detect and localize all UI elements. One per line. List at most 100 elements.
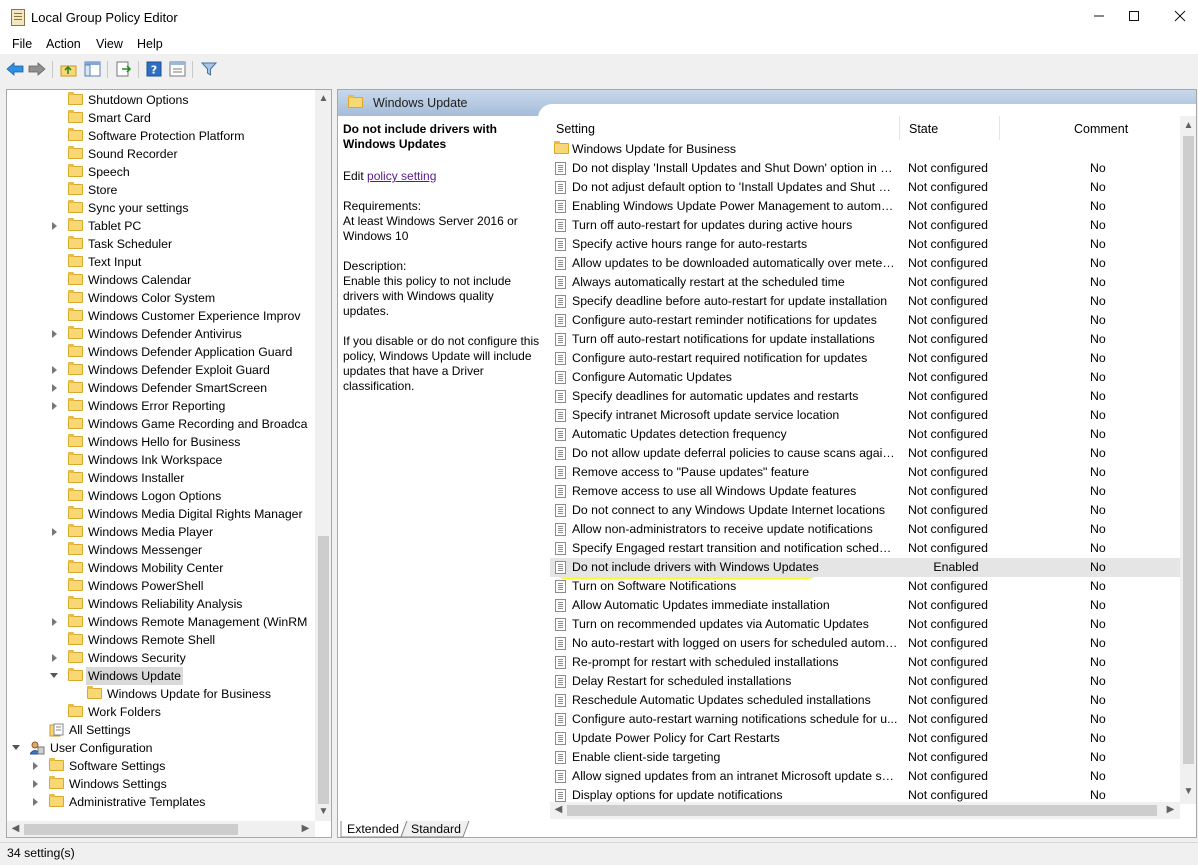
tree-item[interactable]: Task Scheduler <box>7 235 307 253</box>
menu-view[interactable]: View <box>96 37 123 51</box>
column-divider[interactable] <box>899 116 900 140</box>
scroll-right-arrow-icon[interactable]: ▶ <box>297 823 314 834</box>
tree-item[interactable]: Software Settings <box>7 757 307 775</box>
collapsed-chevron-icon[interactable] <box>51 618 59 626</box>
table-row[interactable]: Allow updates to be downloaded automatic… <box>550 254 1180 273</box>
table-row[interactable]: Configure auto-restart warning notificat… <box>550 710 1180 729</box>
tree-item[interactable]: Smart Card <box>7 109 307 127</box>
tree-item[interactable]: Speech <box>7 163 307 181</box>
maximize-button[interactable] <box>1111 0 1156 34</box>
expanded-chevron-icon[interactable] <box>12 744 21 752</box>
table-row[interactable]: Turn off auto-restart notifications for … <box>550 330 1180 349</box>
collapsed-chevron-icon[interactable] <box>32 762 40 770</box>
tree-item[interactable]: Shutdown Options <box>7 91 307 109</box>
filter-button[interactable] <box>200 60 218 78</box>
table-row[interactable]: Configure Automatic Updates Not configure… <box>550 368 1180 387</box>
tree-item[interactable]: Windows Error Reporting <box>7 397 307 415</box>
scroll-thumb[interactable] <box>318 536 329 804</box>
tree-item[interactable]: Windows Logon Options <box>7 487 307 505</box>
tree-item[interactable]: Windows PowerShell <box>7 577 307 595</box>
collapsed-chevron-icon[interactable] <box>51 222 59 230</box>
table-row[interactable]: Specify deadline before auto-restart for… <box>550 292 1180 311</box>
table-row[interactable]: Turn off auto-restart for updates during… <box>550 216 1180 235</box>
tree-item[interactable]: Sound Recorder <box>7 145 307 163</box>
scroll-up-arrow-icon[interactable]: ▲ <box>1180 120 1196 131</box>
table-row[interactable]: Update Power Policy for Cart Restarts Not… <box>550 729 1180 748</box>
list-vertical-scrollbar[interactable]: ▲ ▼ <box>1180 116 1196 804</box>
table-row[interactable]: Specify intranet Microsoft update servic… <box>550 406 1180 425</box>
menu-action[interactable]: Action <box>46 37 81 51</box>
table-row[interactable]: No auto-restart with logged on users for… <box>550 634 1180 653</box>
table-row[interactable]: Specify deadlines for automatic updates … <box>550 387 1180 406</box>
table-row[interactable]: Remove access to use all Windows Update … <box>550 482 1180 501</box>
tree-horizontal-scrollbar[interactable]: ◀ ▶ <box>7 821 315 837</box>
properties-button[interactable] <box>168 60 186 78</box>
export-list-button[interactable] <box>114 60 132 78</box>
forward-button[interactable] <box>28 60 46 78</box>
expanded-chevron-icon[interactable] <box>50 672 59 680</box>
table-row[interactable]: Specify active hours range for auto-rest… <box>550 235 1180 254</box>
policy-setting-link[interactable]: policy setting <box>367 169 436 183</box>
table-row[interactable]: Do not adjust default option to 'Install… <box>550 178 1180 197</box>
table-row[interactable]: Turn on Software Notifications Not config… <box>550 577 1180 596</box>
tree-item[interactable]: User Configuration <box>7 739 307 757</box>
tab-extended[interactable]: Extended <box>341 821 405 837</box>
tree-item[interactable]: Administrative Templates <box>7 793 307 811</box>
column-header-comment[interactable]: Comment <box>1074 118 1128 140</box>
tree-item[interactable]: Windows Hello for Business <box>7 433 307 451</box>
table-row[interactable]: Automatic Updates detection frequency Not… <box>550 425 1180 444</box>
menu-file[interactable]: File <box>12 37 32 51</box>
list-folder-row[interactable]: Windows Update for Business <box>550 140 1180 159</box>
table-row[interactable]: Do not connect to any Windows Update Int… <box>550 501 1180 520</box>
collapsed-chevron-icon[interactable] <box>32 780 40 788</box>
back-button[interactable] <box>6 60 24 78</box>
scroll-up-arrow-icon[interactable]: ▲ <box>315 93 331 104</box>
tree-item[interactable]: Windows Mobility Center <box>7 559 307 577</box>
tree-item[interactable]: Windows Ink Workspace <box>7 451 307 469</box>
table-row[interactable]: Enabling Windows Update Power Management… <box>550 197 1180 216</box>
table-row[interactable]: Do not allow update deferral policies to… <box>550 444 1180 463</box>
tree-item[interactable]: Windows Remote Management (WinRM <box>7 613 307 631</box>
tree-item[interactable]: Windows Defender Exploit Guard <box>7 361 307 379</box>
scroll-left-arrow-icon[interactable]: ◀ <box>550 804 567 815</box>
scroll-thumb[interactable] <box>24 824 238 835</box>
column-divider[interactable] <box>999 116 1000 140</box>
tree-item[interactable]: Windows Defender Antivirus <box>7 325 307 343</box>
table-row[interactable]: Always automatically restart at the sche… <box>550 273 1180 292</box>
tree-item[interactable]: Store <box>7 181 307 199</box>
tree-item[interactable]: Text Input <box>7 253 307 271</box>
tree-item[interactable]: Windows Game Recording and Broadca <box>7 415 307 433</box>
tab-standard[interactable]: Standard <box>405 821 467 837</box>
scroll-thumb[interactable] <box>1183 136 1194 764</box>
tree-item[interactable]: Sync your settings <box>7 199 307 217</box>
tree-item[interactable]: Windows Calendar <box>7 271 307 289</box>
tree-item[interactable]: Windows Reliability Analysis <box>7 595 307 613</box>
tree-item[interactable]: Windows Remote Shell <box>7 631 307 649</box>
table-row[interactable]: Specify Engaged restart transition and n… <box>550 539 1180 558</box>
tree-item[interactable]: Windows Update for Business <box>7 685 307 703</box>
tree-item[interactable]: Windows Security <box>7 649 307 667</box>
table-row[interactable]: Allow Automatic Updates immediate instal… <box>550 596 1180 615</box>
scroll-thumb[interactable] <box>567 805 1157 816</box>
tree-item[interactable]: Windows Settings <box>7 775 307 793</box>
table-row[interactable]: Turn on recommended updates via Automati… <box>550 615 1180 634</box>
table-row[interactable]: Enable client-side targeting Not configur… <box>550 748 1180 767</box>
collapsed-chevron-icon[interactable] <box>51 402 59 410</box>
table-row[interactable]: Re-prompt for restart with scheduled ins… <box>550 653 1180 672</box>
table-row[interactable]: Configure auto-restart required notifica… <box>550 349 1180 368</box>
close-button[interactable] <box>1157 0 1198 34</box>
tree-vertical-scrollbar[interactable]: ▲ ▼ <box>315 90 331 821</box>
navigation-tree[interactable]: Shutdown Options Smart Card Software Prote… <box>6 89 332 838</box>
tree-item[interactable]: Windows Update <box>7 667 307 685</box>
tree-item[interactable]: Windows Defender SmartScreen <box>7 379 307 397</box>
collapsed-chevron-icon[interactable] <box>51 384 59 392</box>
help-button[interactable]: ? <box>145 60 163 78</box>
table-row[interactable]: Allow non-administrators to receive upda… <box>550 520 1180 539</box>
table-row[interactable]: Delay Restart for scheduled installation… <box>550 672 1180 691</box>
scroll-down-arrow-icon[interactable]: ▼ <box>1180 786 1196 797</box>
tree-item[interactable]: Windows Messenger <box>7 541 307 559</box>
table-row[interactable]: Allow signed updates from an intranet Mi… <box>550 767 1180 786</box>
collapsed-chevron-icon[interactable] <box>51 654 59 662</box>
scroll-down-arrow-icon[interactable]: ▼ <box>315 806 331 817</box>
collapsed-chevron-icon[interactable] <box>51 330 59 338</box>
